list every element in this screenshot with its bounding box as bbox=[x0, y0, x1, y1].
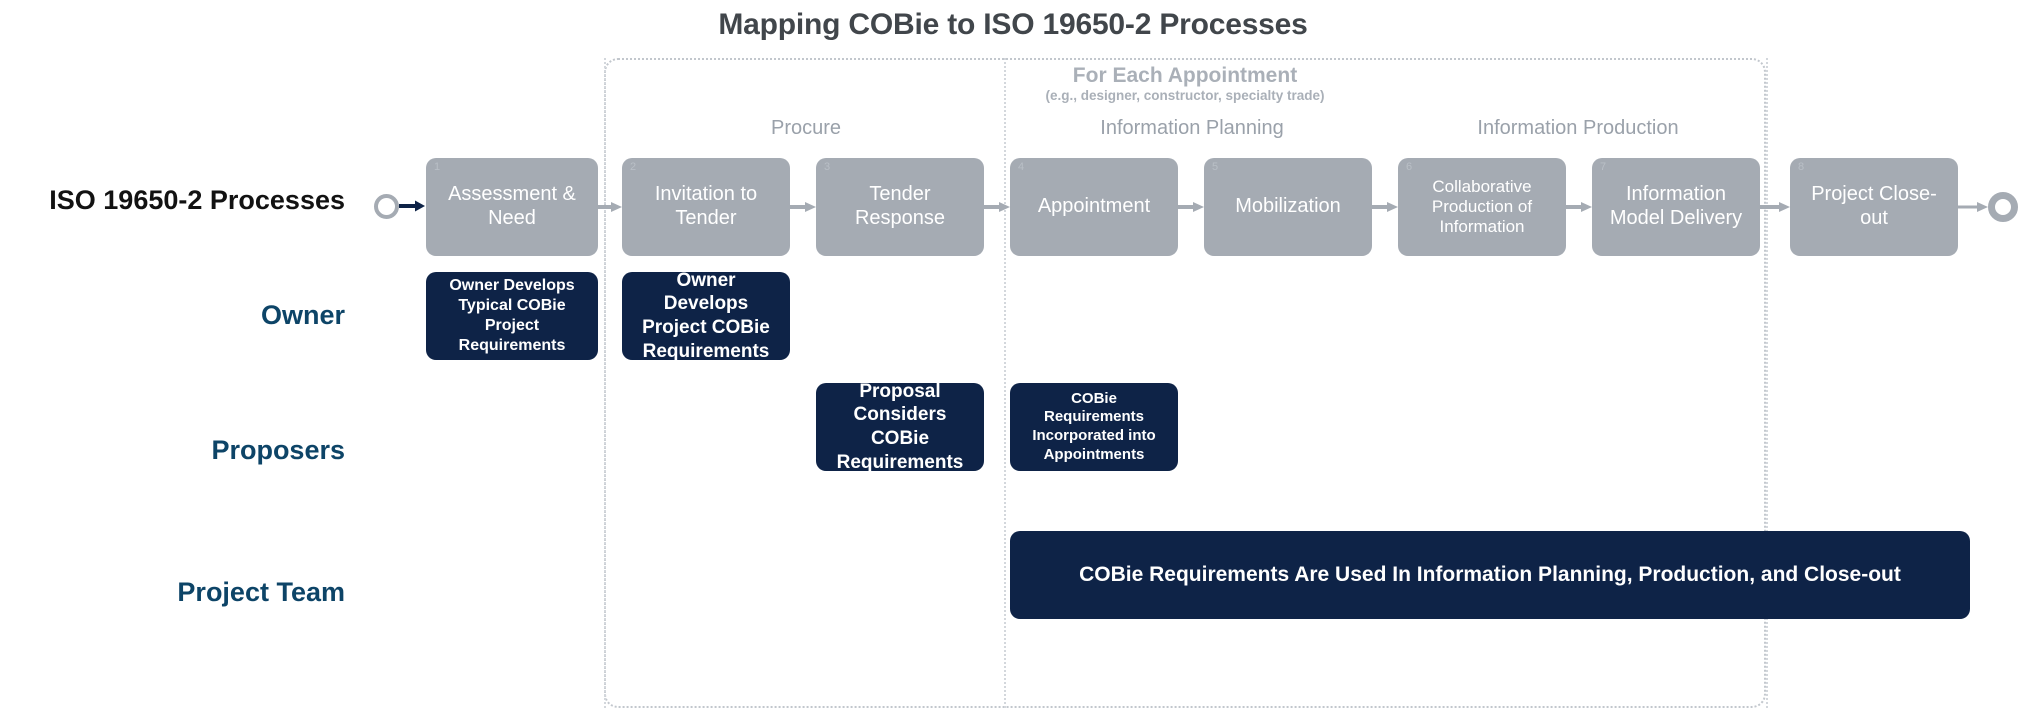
process-label: Appointment bbox=[1037, 195, 1151, 218]
row-label-owner: Owner bbox=[260, 300, 345, 330]
process-box-mobilization[interactable]: 5 Mobilization bbox=[1204, 158, 1372, 256]
row-label-project-team: Project Team bbox=[177, 577, 345, 607]
row-label-iso-processes: ISO 19650-2 Processes bbox=[49, 185, 345, 215]
appointment-group-subtitle: (e.g., designer, constructor, specialty … bbox=[1045, 88, 1325, 103]
process-number: 1 bbox=[434, 161, 441, 173]
process-box-assessment-need[interactable]: 1 Assessment & Need bbox=[426, 158, 598, 256]
process-label: Information Model Delivery bbox=[1609, 183, 1743, 229]
flow-arrow-7-8 bbox=[1760, 202, 1790, 212]
process-label: Tender Response bbox=[854, 183, 946, 229]
proposer-activity-proposal-considers-cobie[interactable]: Proposal Considers COBie Requirements bbox=[816, 380, 984, 473]
process-number: 8 bbox=[1798, 161, 1805, 173]
flow-arrow-5-6 bbox=[1372, 202, 1398, 212]
phase-divider-planning-start bbox=[1004, 58, 1006, 708]
process-number: 2 bbox=[630, 161, 637, 173]
activity-label: Owner Develops Typical COBie Project Req… bbox=[449, 277, 575, 354]
owner-activity-project-cobie-requirements[interactable]: Owner Develops Project COBie Requirement… bbox=[622, 269, 790, 362]
process-label: Invitation to Tender bbox=[654, 183, 758, 229]
row-label-proposers: Proposers bbox=[211, 435, 345, 465]
process-number: 7 bbox=[1600, 161, 1607, 173]
process-label: Project Close-out bbox=[1811, 183, 1937, 229]
phase-label-procure: Procure bbox=[770, 117, 842, 139]
process-number: 6 bbox=[1406, 161, 1413, 173]
end-arrow bbox=[1958, 202, 1988, 212]
proposer-activity-requirements-incorporated[interactable]: COBie Requirements Incorporated into App… bbox=[1010, 383, 1178, 471]
flow-arrow-4-5 bbox=[1178, 202, 1204, 212]
project-team-activity-banner[interactable]: COBie Requirements Are Used In Informati… bbox=[1010, 531, 1970, 619]
flow-arrow-6-7 bbox=[1566, 202, 1592, 212]
process-box-information-model-delivery[interactable]: 7 Information Model Delivery bbox=[1592, 158, 1760, 256]
page-title: Mapping COBie to ISO 19650-2 Processes bbox=[718, 8, 1308, 41]
process-label: Collaborative Production of Information bbox=[1431, 176, 1533, 237]
phase-label-information-production: Information Production bbox=[1477, 117, 1679, 139]
activity-label: Proposal Considers COBie Requirements bbox=[836, 380, 964, 473]
process-box-invitation-to-tender[interactable]: 2 Invitation to Tender bbox=[622, 158, 790, 256]
process-box-collaborative-production[interactable]: 6 Collaborative Production of Informatio… bbox=[1398, 158, 1566, 256]
activity-label: COBie Requirements Are Used In Informati… bbox=[1079, 562, 1901, 586]
process-label: Assessment & Need bbox=[448, 183, 576, 229]
activity-label: COBie Requirements Incorporated into App… bbox=[1032, 389, 1156, 463]
flow-arrow-1-2 bbox=[598, 202, 622, 212]
activity-label: Owner Develops Project COBie Requirement… bbox=[642, 269, 770, 362]
process-label: Mobilization bbox=[1235, 195, 1341, 218]
flow-arrow-3-4 bbox=[984, 202, 1010, 212]
process-number: 4 bbox=[1018, 161, 1025, 173]
flow-arrow-2-3 bbox=[790, 202, 816, 212]
process-box-tender-response[interactable]: 3 Tender Response bbox=[816, 158, 984, 256]
end-terminator-circle bbox=[1988, 192, 2018, 222]
start-arrow bbox=[399, 200, 425, 212]
diagram-canvas: Mapping COBie to ISO 19650-2 Processes F… bbox=[0, 0, 2026, 723]
phase-label-information-planning: Information Planning bbox=[1100, 117, 1284, 139]
process-box-appointment[interactable]: 4 Appointment bbox=[1010, 158, 1178, 256]
process-box-project-close-out[interactable]: 8 Project Close-out bbox=[1790, 158, 1958, 256]
phase-divider-procure-start bbox=[604, 58, 606, 708]
appointment-group-heading: For Each Appointment bbox=[1072, 64, 1298, 87]
owner-activity-typical-cobie-requirements[interactable]: Owner Develops Typical COBie Project Req… bbox=[426, 272, 598, 360]
process-number: 3 bbox=[824, 161, 831, 173]
process-number: 5 bbox=[1212, 161, 1219, 173]
start-terminator-circle bbox=[374, 194, 399, 219]
